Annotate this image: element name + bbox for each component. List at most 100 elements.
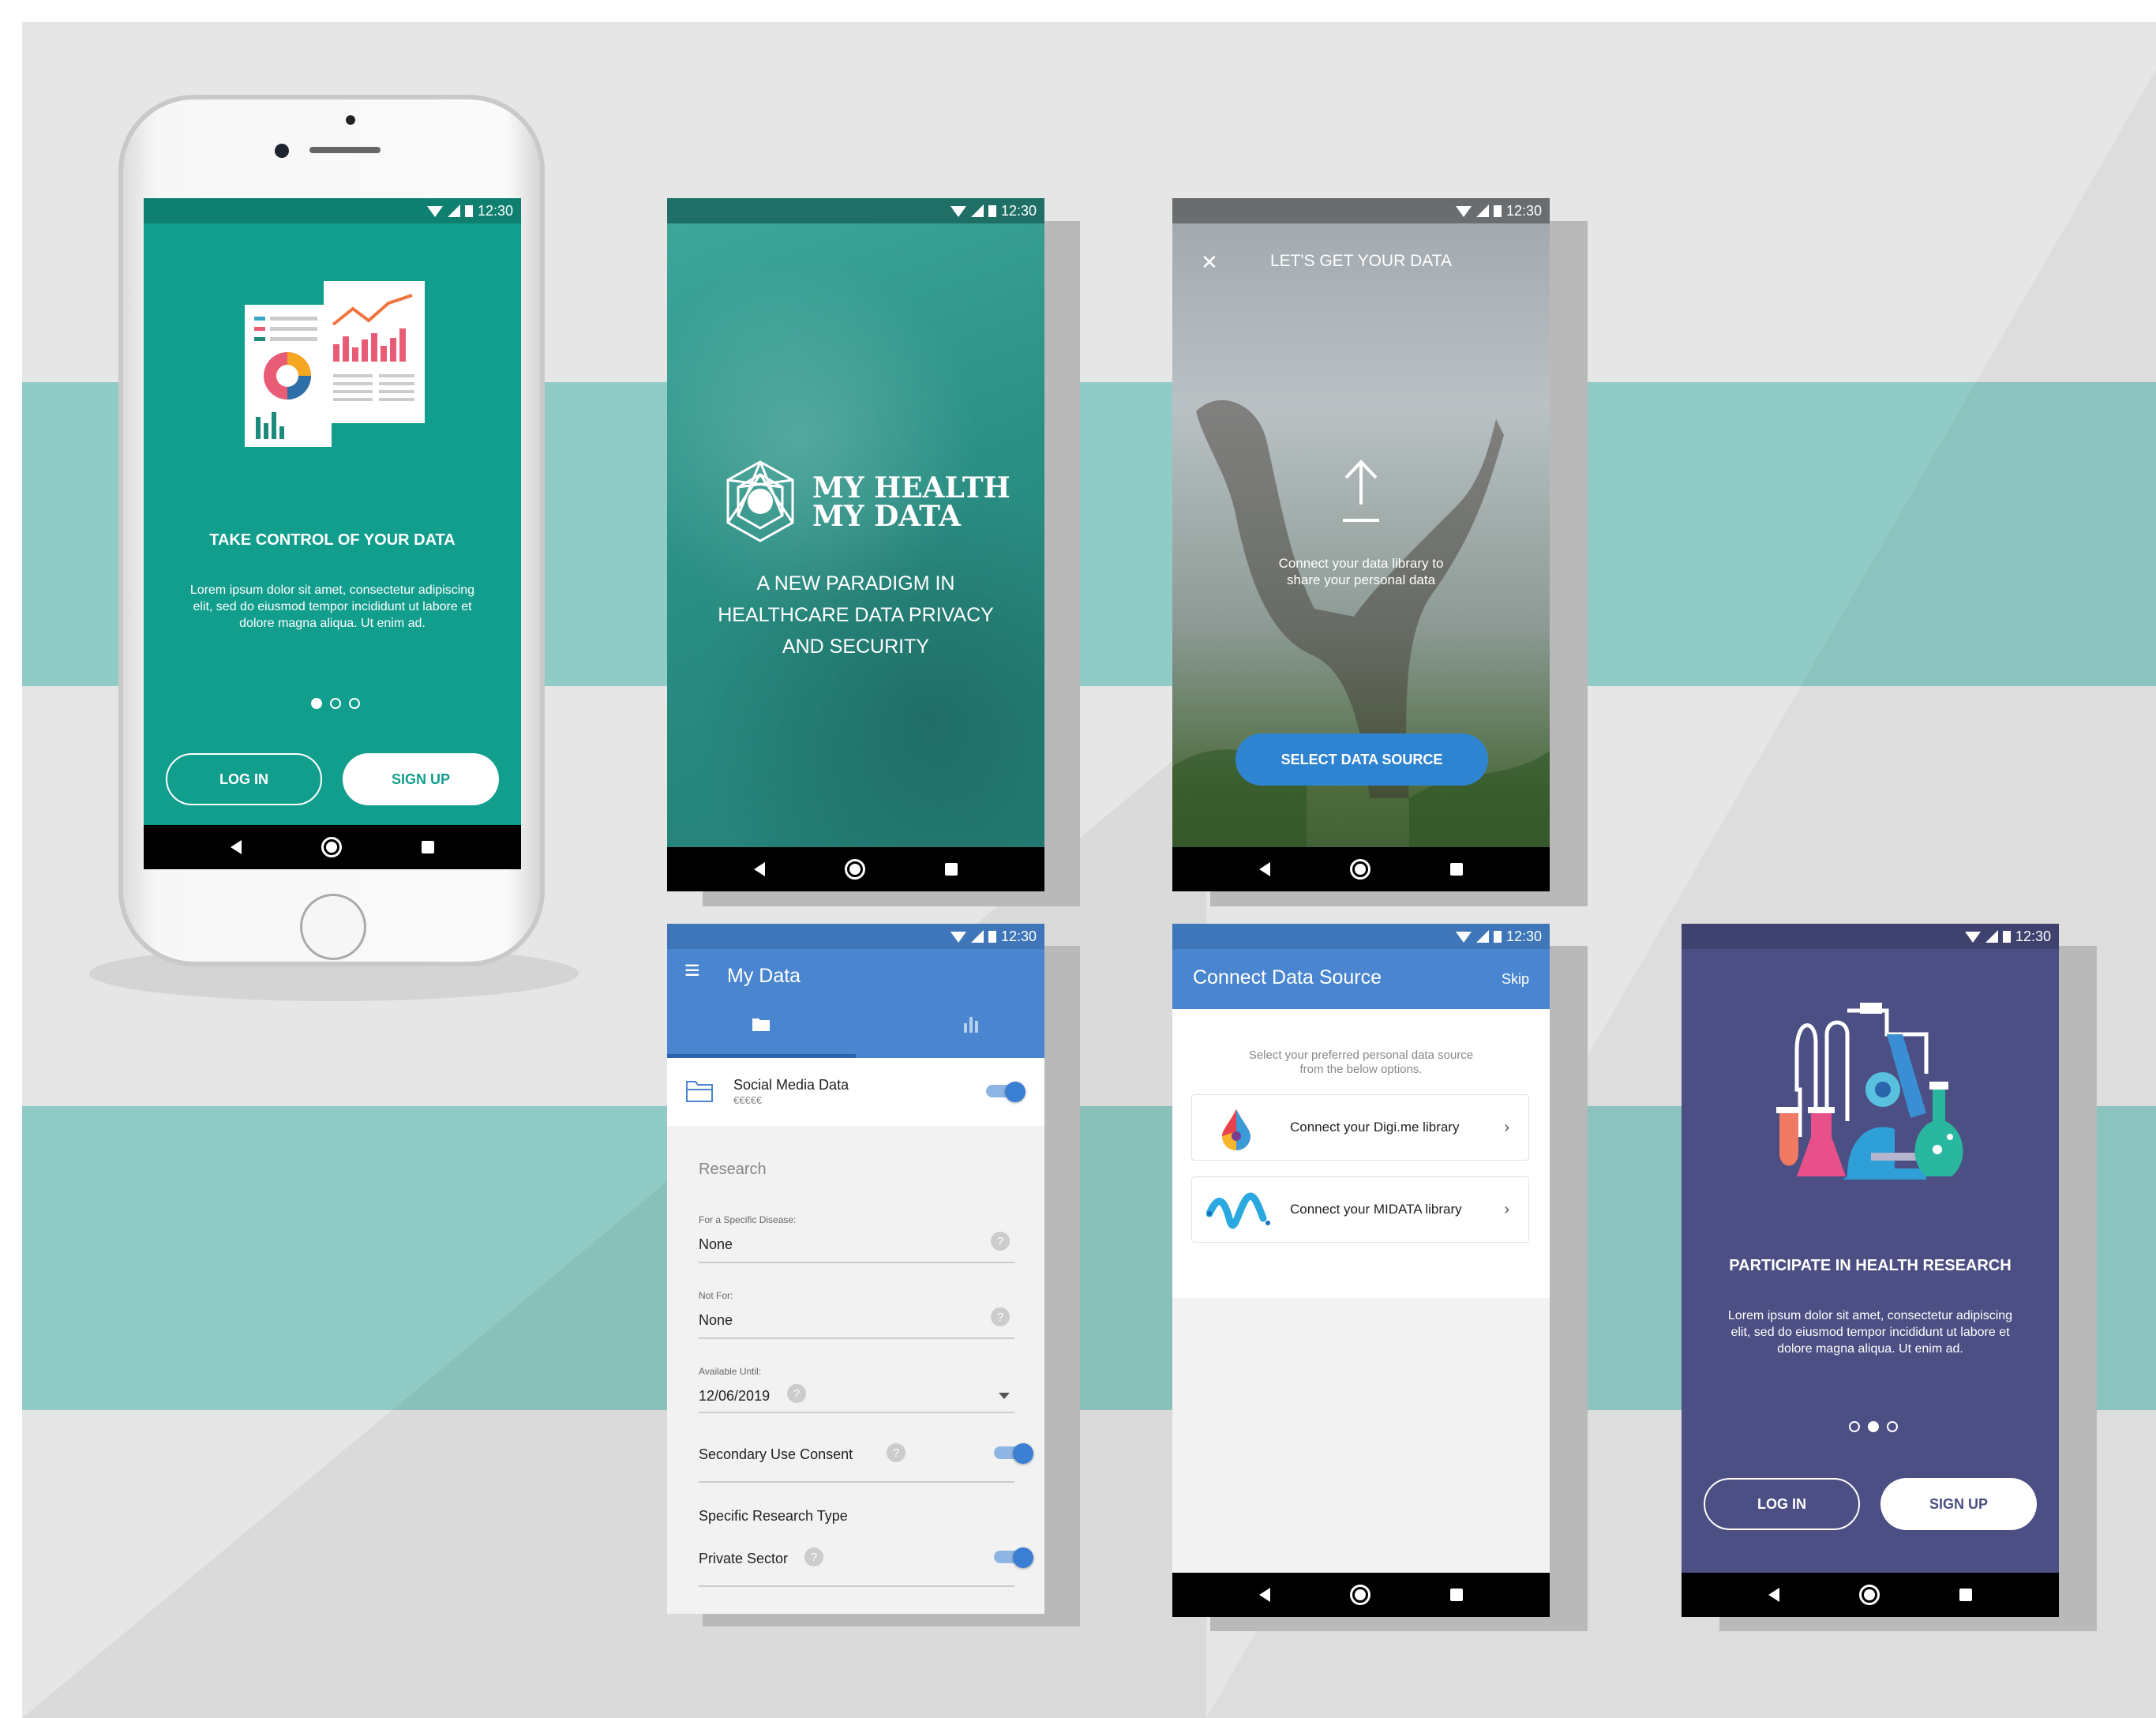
status-icons — [950, 204, 996, 217]
not-for-input[interactable]: None — [699, 1312, 733, 1329]
page-dot-1[interactable] — [311, 698, 322, 709]
wifi-icon — [1455, 932, 1472, 943]
disease-input[interactable]: None — [699, 1236, 733, 1253]
home-icon[interactable] — [1349, 859, 1370, 880]
android-nav-bar — [1172, 1573, 1550, 1617]
midata-option[interactable]: Connect your MIDATA library › — [1191, 1176, 1529, 1243]
bar-chart-icon[interactable] — [962, 1015, 980, 1033]
earpiece-speaker — [309, 147, 381, 153]
social-media-price: €€€€€ — [733, 1094, 763, 1106]
android-nav-bar — [1172, 847, 1550, 891]
status-time: 12:30 — [1000, 202, 1037, 219]
upload-caption-2: share your personal data — [1286, 572, 1436, 587]
home-icon[interactable] — [1349, 1585, 1370, 1605]
page-indicator — [311, 698, 360, 709]
available-until-label: Available Until: — [699, 1366, 762, 1377]
battery-icon — [1493, 931, 1502, 943]
page-indicator — [1849, 1421, 1898, 1432]
upload-caption-1: Connect your data library to — [1278, 556, 1444, 571]
research-section-title: Research — [699, 1161, 767, 1178]
home-button[interactable] — [300, 894, 366, 960]
back-icon[interactable] — [1768, 1588, 1780, 1602]
secondary-consent-toggle[interactable] — [994, 1443, 1033, 1464]
page-dot-2[interactable] — [330, 698, 341, 709]
secondary-consent-help-icon[interactable]: ? — [887, 1443, 906, 1462]
page-dot-1[interactable] — [1849, 1421, 1860, 1432]
signal-icon — [1985, 930, 1998, 943]
social-media-toggle[interactable] — [986, 1082, 1026, 1102]
divider — [699, 1262, 1014, 1263]
onboarding-body: Lorem ipsum dolor sit amet, consectetur … — [1727, 1309, 2013, 1356]
screen-get-data: 12:30 ✕ LET'S GET YOUR DATA Connect your… — [1172, 198, 1550, 891]
tagline-2: HEALTHCARE DATA PRIVACY — [718, 604, 994, 626]
screen-my-data: 12:30 ≡ My Data Social Media Data €€€€€ … — [667, 924, 1044, 1614]
research-type-label: Specific Research Type — [699, 1508, 848, 1524]
onboarding-title: PARTICIPATE IN HEALTH RESEARCH — [1729, 1257, 2012, 1274]
social-media-row[interactable]: Social Media Data €€€€€ — [667, 1058, 1044, 1126]
app-bar: Connect Data Source Skip — [1172, 949, 1550, 1009]
signup-button[interactable]: SIGN UP — [1880, 1478, 2037, 1530]
divider — [699, 1412, 1014, 1413]
status-bar: 12:30 — [667, 924, 1044, 949]
android-nav-bar — [1682, 1573, 2059, 1617]
back-icon[interactable] — [1259, 1588, 1271, 1602]
disease-help-icon[interactable]: ? — [991, 1232, 1010, 1251]
recents-icon[interactable] — [1449, 863, 1463, 876]
folder-icon[interactable] — [752, 1017, 770, 1031]
page-dot-3[interactable] — [1887, 1421, 1898, 1432]
available-until-input[interactable]: 12/06/2019 — [699, 1388, 770, 1405]
onboarding-body: Lorem ipsum dolor sit amet, consectetur … — [189, 583, 475, 630]
recents-icon[interactable] — [421, 841, 434, 853]
not-for-label: Not For: — [699, 1290, 733, 1301]
back-icon[interactable] — [1259, 862, 1271, 876]
midata-option-label: Connect your MIDATA library — [1290, 1202, 1462, 1217]
wifi-icon — [426, 206, 443, 217]
chevron-right-icon: › — [1504, 1118, 1509, 1136]
status-icons — [1964, 930, 2011, 943]
signal-icon — [970, 930, 984, 943]
page-dot-3[interactable] — [349, 698, 360, 709]
secondary-consent-label: Secondary Use Consent — [699, 1446, 853, 1462]
showcase-canvas: 12:30 TAKE CONTROL OF YOUR DATA Lorem ip… — [22, 22, 2156, 1718]
battery-icon — [988, 931, 996, 943]
android-nav-bar — [667, 847, 1044, 891]
signup-button[interactable]: SIGN UP — [343, 753, 499, 805]
status-icons — [1455, 930, 1502, 943]
status-icons — [1455, 204, 1502, 217]
digime-logo-icon — [1222, 1109, 1250, 1150]
home-icon[interactable] — [321, 837, 342, 857]
status-time: 12:30 — [1000, 928, 1037, 944]
recents-icon[interactable] — [944, 863, 958, 876]
available-until-help-icon[interactable]: ? — [787, 1384, 806, 1403]
digime-option[interactable]: Connect your Digi.me library › — [1191, 1094, 1529, 1161]
app-bar-title: Connect Data Source — [1193, 966, 1382, 988]
status-bar: 12:30 — [1682, 924, 2059, 949]
login-button[interactable]: LOG IN — [1704, 1478, 1860, 1530]
recents-icon[interactable] — [1959, 1589, 1972, 1601]
battery-icon — [1493, 205, 1502, 217]
data-report-illustration — [245, 281, 425, 447]
proximity-sensor — [346, 115, 355, 125]
battery-icon — [988, 205, 996, 217]
wifi-icon — [1964, 932, 1981, 943]
select-data-source-button[interactable]: SELECT DATA SOURCE — [1235, 733, 1488, 786]
lab-photo-blur — [667, 198, 1044, 891]
private-sector-toggle[interactable] — [994, 1547, 1033, 1568]
home-icon[interactable] — [844, 859, 865, 880]
digime-option-label: Connect your Digi.me library — [1290, 1120, 1460, 1135]
not-for-help-icon[interactable]: ? — [991, 1307, 1010, 1326]
back-icon[interactable] — [231, 840, 242, 854]
back-icon[interactable] — [754, 862, 766, 876]
status-time: 12:30 — [477, 202, 513, 219]
login-button[interactable]: LOG IN — [166, 753, 322, 805]
private-sector-help-icon[interactable]: ? — [804, 1547, 823, 1566]
yoga-photo-silhouette — [1172, 399, 1550, 861]
home-icon[interactable] — [1858, 1585, 1880, 1605]
tagline-3: AND SECURITY — [782, 636, 930, 658]
skip-button[interactable]: Skip — [1502, 971, 1529, 988]
dropdown-arrow-icon[interactable] — [999, 1393, 1010, 1401]
page-dot-2[interactable] — [1868, 1421, 1879, 1432]
menu-icon[interactable]: ≡ — [684, 955, 700, 986]
status-time: 12:30 — [2015, 928, 2051, 944]
recents-icon[interactable] — [1449, 1589, 1463, 1601]
